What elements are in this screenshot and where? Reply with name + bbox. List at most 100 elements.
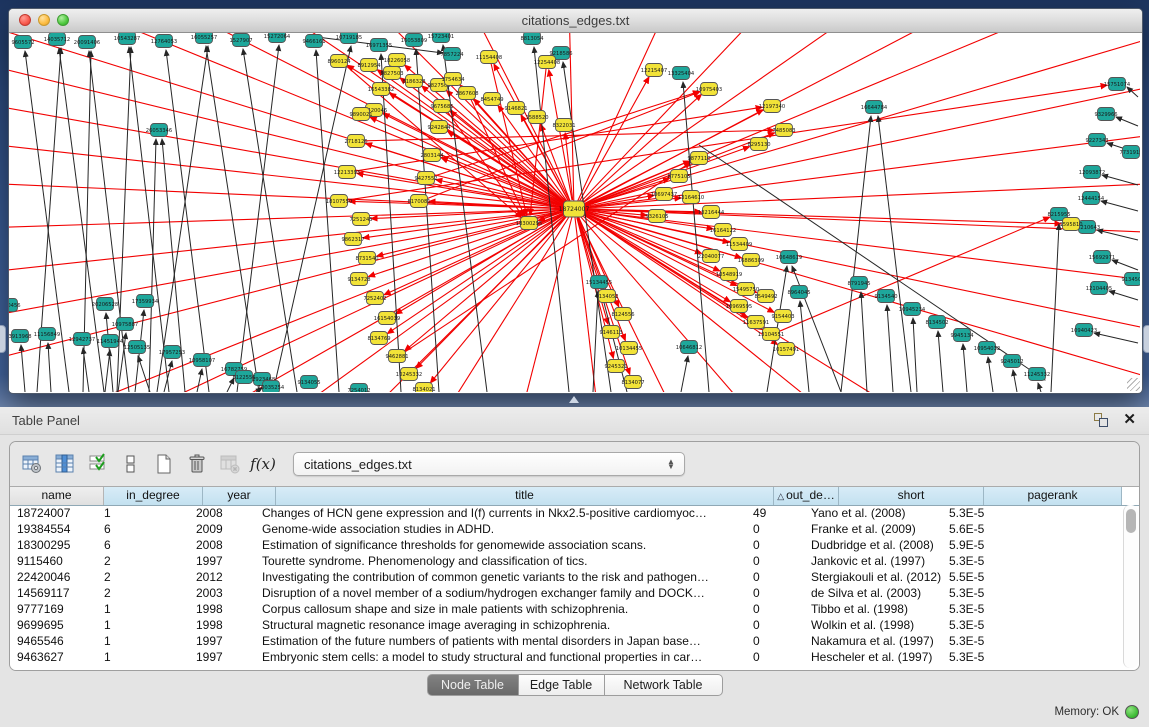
- network-node[interactable]: 16053809: [401, 34, 427, 47]
- splitter-grip-icon[interactable]: [569, 396, 579, 403]
- edge-black[interactable]: [593, 291, 598, 392]
- network-node[interactable]: 2718126: [344, 135, 367, 148]
- network-node[interactable]: 2867608: [455, 87, 478, 100]
- network-node[interactable]: 1588520: [525, 111, 548, 124]
- edge-black[interactable]: [938, 331, 943, 392]
- edge-black[interactable]: [149, 139, 156, 392]
- new-column-button[interactable]: [152, 452, 176, 476]
- network-node[interactable]: 10958107: [189, 354, 215, 367]
- edge-red[interactable]: [574, 33, 669, 209]
- right-panel-handle[interactable]: [1143, 325, 1149, 353]
- edge-black[interactable]: [316, 50, 339, 392]
- network-node[interactable]: 9242844: [427, 121, 451, 134]
- delete-column-button[interactable]: [185, 452, 209, 476]
- edge-black[interactable]: [988, 357, 993, 392]
- edge-black[interactable]: [1094, 333, 1138, 343]
- network-node[interactable]: 10648619: [776, 251, 802, 264]
- selection-mode-button[interactable]: [86, 452, 110, 476]
- tab-edge-table[interactable]: Edge Table: [519, 674, 605, 696]
- network-node[interactable]: 7252402: [363, 292, 386, 305]
- edge-black[interactable]: [1013, 370, 1017, 392]
- network-node[interactable]: 13325404: [668, 67, 695, 80]
- network-node[interactable]: 18226058: [384, 54, 410, 67]
- edge-black[interactable]: [887, 305, 893, 392]
- edge-red[interactable]: [39, 209, 574, 392]
- network-node[interactable]: 16886309: [738, 254, 764, 267]
- network-node[interactable]: 8322031: [552, 119, 575, 132]
- network-node[interactable]: 8791945: [847, 277, 870, 290]
- edge-red[interactable]: [416, 215, 566, 368]
- network-node[interactable]: 8134021: [412, 383, 435, 393]
- network-node[interactable]: 8775105: [667, 170, 690, 183]
- network-node[interactable]: 16644784: [861, 101, 888, 114]
- network-node[interactable]: 9827503: [380, 67, 403, 80]
- network-node[interactable]: 8295130: [747, 138, 770, 151]
- edge-black[interactable]: [1101, 201, 1138, 211]
- column-header-in_degree[interactable]: in_degree: [104, 487, 203, 505]
- table-row[interactable]: 2242004622012Investigating the contribut…: [10, 569, 1123, 585]
- network-node[interactable]: 1754634: [441, 73, 465, 86]
- edge-red[interactable]: [9, 209, 574, 273]
- table-row[interactable]: 946554611997Estimation of the future num…: [10, 633, 1123, 649]
- table-row[interactable]: 911546021997Tourette syndrome. Phenomeno…: [10, 553, 1123, 569]
- network-node[interactable]: 8134502: [925, 316, 948, 329]
- network-node[interactable]: 10940423: [1071, 324, 1097, 337]
- network-node[interactable]: 9110456: [9, 299, 21, 312]
- network-node[interactable]: 7731915: [1119, 146, 1140, 159]
- table-row[interactable]: 946362711997Embryonic stem cells: a mode…: [10, 649, 1123, 665]
- left-panel-handle[interactable]: [0, 325, 6, 353]
- network-node[interactable]: 8134769: [367, 332, 390, 345]
- network-node[interactable]: 12104405: [1086, 282, 1112, 295]
- table-settings-button[interactable]: [20, 452, 44, 476]
- network-node[interactable]: 12505135: [124, 341, 150, 354]
- network-canvas[interactable]: 9605572140357122009140610543287127640531…: [9, 33, 1140, 392]
- column-header-title[interactable]: title: [276, 487, 774, 505]
- network-node[interactable]: 9154403: [771, 310, 794, 323]
- edge-black[interactable]: [1112, 260, 1138, 270]
- network-node[interactable]: 9245321: [604, 360, 627, 373]
- network-node-hub[interactable]: 18724007: [559, 201, 590, 217]
- network-node[interactable]: 9134540: [874, 290, 897, 303]
- network-node[interactable]: 16055257: [191, 33, 217, 44]
- table-row[interactable]: 977716911998Corpus callosum shape and si…: [10, 601, 1123, 617]
- network-node[interactable]: 20206528: [92, 298, 118, 311]
- network-node[interactable]: 9945134: [950, 329, 974, 342]
- network-node[interactable]: 10945234: [899, 303, 926, 316]
- edge-red[interactable]: [574, 209, 599, 392]
- network-node[interactable]: 8134077: [621, 376, 644, 389]
- network-node[interactable]: 12215407: [641, 64, 667, 77]
- memory-status-icon[interactable]: [1125, 705, 1139, 719]
- edge-black[interactable]: [1116, 117, 1138, 126]
- network-node[interactable]: 26053346: [146, 124, 172, 137]
- network-node[interactable]: 9146821: [504, 102, 527, 115]
- network-node[interactable]: 9146113: [599, 326, 622, 339]
- tab-node-table[interactable]: Node Table: [427, 674, 519, 696]
- network-node[interactable]: 7254012: [347, 384, 370, 393]
- edge-black[interactable]: [800, 301, 809, 392]
- column-header-name[interactable]: name: [10, 487, 104, 505]
- table-row[interactable]: 1456911722003Disruption of a novel membe…: [10, 585, 1123, 601]
- network-node[interactable]: 9245012: [1000, 355, 1023, 368]
- network-node[interactable]: 15272064: [264, 33, 291, 43]
- network-node[interactable]: 16971355: [366, 39, 392, 52]
- network-node[interactable]: 11245332: [1024, 368, 1050, 381]
- network-node[interactable]: 11534409: [726, 238, 752, 251]
- window-resize-grip[interactable]: [1127, 378, 1140, 391]
- delete-table-button[interactable]: [218, 452, 242, 476]
- network-node[interactable]: 11156849: [34, 328, 60, 341]
- window-titlebar[interactable]: citations_edges.txt: [9, 9, 1142, 33]
- table-row[interactable]: 1872400712008Changes of HCN gene express…: [10, 505, 1123, 521]
- column-header-pagerank[interactable]: pagerank: [984, 487, 1122, 505]
- edge-black[interactable]: [861, 292, 867, 392]
- network-node[interactable]: 7485083: [772, 124, 795, 137]
- network-node[interactable]: 9605572: [11, 36, 34, 49]
- show-columns-button[interactable]: [53, 452, 77, 476]
- network-node[interactable]: 10954032: [974, 342, 1000, 355]
- scrollbar-thumb[interactable]: [1126, 509, 1136, 533]
- network-node[interactable]: 9326105: [645, 210, 668, 223]
- edge-black[interactable]: [48, 343, 51, 392]
- network-node[interactable]: 8170081: [407, 195, 430, 208]
- network-node[interactable]: 15134455: [586, 276, 612, 289]
- network-node[interactable]: 9134728: [347, 273, 370, 286]
- edge-red[interactable]: [584, 110, 763, 205]
